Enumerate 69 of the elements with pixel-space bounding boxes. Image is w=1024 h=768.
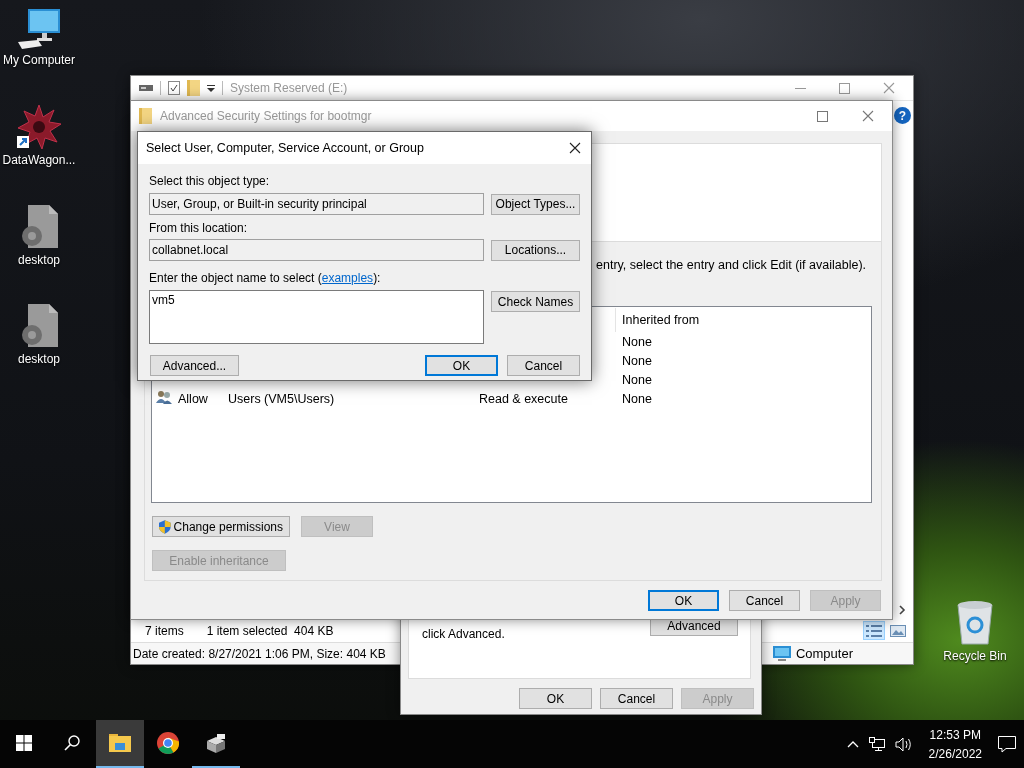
principal-cell-text: Users (VM5\Users) xyxy=(228,391,336,406)
chevron-up-icon[interactable] xyxy=(846,740,859,748)
instruction-text: entry, select the entry and click Edit (if available). xyxy=(596,258,868,274)
dialog-button[interactable]: OK xyxy=(425,355,498,376)
icon-label[interactable]: desktop xyxy=(18,352,60,366)
file-details: Date created: 8/27/2021 1:06 PM, Size: 404 KB xyxy=(133,646,386,661)
details-view-button[interactable] xyxy=(863,621,885,640)
access-cell-text: Read & execute xyxy=(479,391,569,406)
package-box-icon xyxy=(205,733,227,753)
location-label: Computer xyxy=(795,646,853,661)
window-title: System Reserved (E:) xyxy=(230,81,348,95)
dialog-button[interactable]: OK xyxy=(648,590,719,611)
object-name-field[interactable]: vm5 xyxy=(149,290,484,344)
icon-label[interactable]: My Computer xyxy=(3,53,75,67)
network-icon[interactable] xyxy=(868,736,885,752)
starburst-shortcut-icon xyxy=(16,104,62,150)
shield-icon xyxy=(159,518,171,535)
file-gear-icon xyxy=(19,303,59,349)
volume-icon[interactable] xyxy=(894,736,913,752)
field-label: Select this object type: xyxy=(149,174,271,188)
instruction-text: click Advanced. xyxy=(422,626,505,643)
computer-icon xyxy=(16,8,62,50)
icon-label[interactable]: Recycle Bin xyxy=(943,649,1007,663)
dialog-button[interactable]: Cancel xyxy=(507,355,580,376)
recycle-bin-icon xyxy=(955,600,995,646)
inherited-cell-text: None xyxy=(621,372,653,387)
icon-label[interactable]: DataWagon... xyxy=(2,153,76,167)
close-button[interactable] xyxy=(569,142,581,154)
dialog-button[interactable]: Cancel xyxy=(729,590,800,611)
type-cell-text: Allow xyxy=(178,391,209,406)
file-gear-icon xyxy=(19,204,59,250)
chevron-right-icon[interactable] xyxy=(899,605,906,615)
field-label: Enter the object name to select (examples): xyxy=(149,271,382,285)
clock-button[interactable]: 12:53 PM 2/26/2022 xyxy=(922,727,988,761)
windows-logo-icon xyxy=(16,735,32,751)
inherited-cell-text: None xyxy=(621,391,653,406)
maximize-button[interactable] xyxy=(839,82,850,94)
dialog-button[interactable]: OK xyxy=(519,688,592,709)
locations-button[interactable]: Locations... xyxy=(491,239,580,261)
taskbar-app-button[interactable] xyxy=(96,720,144,768)
dropdown-caret-icon[interactable] xyxy=(207,84,215,92)
check-names-button[interactable]: Check Names xyxy=(491,291,580,312)
item-count: 7 items xyxy=(145,623,184,638)
notification-icon[interactable] xyxy=(998,735,1016,753)
search-icon xyxy=(64,735,80,751)
selection-info: 1 item selected 404 KB xyxy=(206,623,334,638)
advanced-button[interactable]: Advanced... xyxy=(150,355,239,376)
inherited-cell-text: None xyxy=(621,334,653,349)
help-button[interactable]: ? xyxy=(894,107,911,124)
window-title: Select User, Computer, Service Account, or Group xyxy=(146,141,424,155)
change-permissions-button[interactable]: Change permissions xyxy=(152,516,290,537)
monitor-icon xyxy=(772,645,791,662)
dialog-button[interactable]: Cancel xyxy=(600,688,673,709)
maximize-button[interactable] xyxy=(817,110,828,122)
folder-icon xyxy=(109,734,131,752)
checkbox-icon[interactable] xyxy=(168,81,180,95)
inherited-cell-text: None xyxy=(621,353,653,368)
column-header[interactable]: Inherited from xyxy=(615,308,871,332)
window-title: Advanced Security Settings for bootmgr xyxy=(160,109,372,123)
field-label: From this location: xyxy=(149,221,249,235)
folder-icon xyxy=(139,108,152,124)
users-icon xyxy=(156,390,172,404)
location-field[interactable]: collabnet.local xyxy=(149,239,484,261)
examples-link[interactable]: examples xyxy=(321,271,374,285)
object-type-field[interactable]: User, Group, or Built-in security principal xyxy=(149,193,484,215)
icon-label[interactable]: desktop xyxy=(18,253,60,267)
object-types-button[interactable]: Object Types... xyxy=(491,193,580,215)
browser-icon xyxy=(157,732,179,754)
drive-icon[interactable] xyxy=(139,84,153,92)
